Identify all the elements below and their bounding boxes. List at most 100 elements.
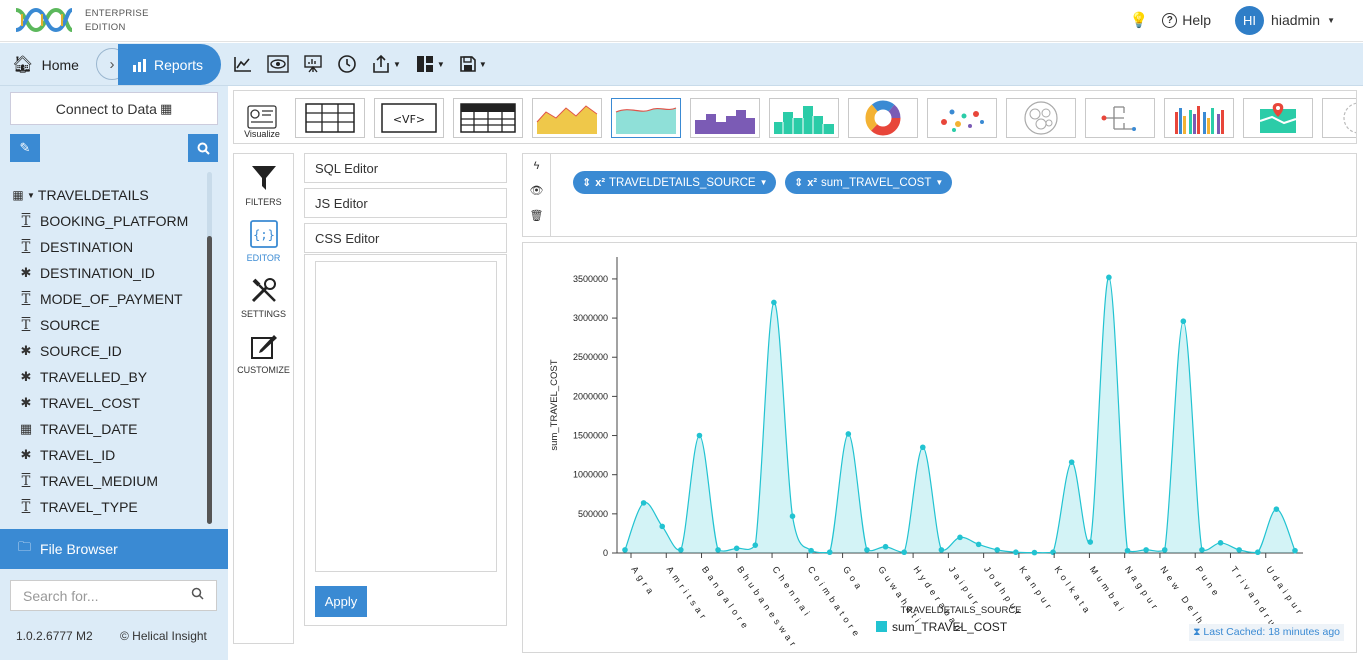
stream-area-icon [615, 107, 677, 134]
x-tick-label: Nagpur [1123, 564, 1162, 614]
data-point [1217, 540, 1224, 546]
filter-icon [251, 166, 276, 190]
code-braces-icon: {;} [249, 220, 278, 248]
js-editor-tab[interactable]: JS Editor [304, 188, 507, 218]
field-item[interactable]: T MODE_OF_PAYMENT [10, 286, 188, 312]
field-item[interactable]: ▦ TRAVEL_DATE [10, 416, 188, 442]
question-icon: ? [1162, 12, 1178, 28]
viz-histogram-button[interactable] [769, 98, 839, 138]
search-input[interactable]: Search for... [10, 580, 217, 611]
data-point [1031, 549, 1038, 556]
legend-label: sum_TRAVEL_COST [892, 620, 1008, 634]
search-placeholder: Search for... [23, 587, 99, 604]
map-icon [1259, 103, 1297, 133]
preview-button[interactable] [267, 52, 289, 76]
history-button[interactable] [337, 52, 357, 76]
field-item[interactable]: T SOURCE [10, 312, 188, 338]
data-point [1292, 547, 1298, 554]
help-link[interactable]: ? Help [1162, 12, 1211, 28]
editor-panel: SQL Editor JS Editor CSS Editor Apply [304, 153, 507, 626]
visualize-label: Visualize [244, 129, 280, 139]
viz-stream-area-button[interactable] [611, 98, 681, 138]
viz-table-button[interactable] [295, 98, 365, 138]
css-editor-tab[interactable]: CSS Editor [304, 223, 507, 253]
breadcrumb-home[interactable]: 🏠︎ Home [0, 43, 110, 86]
viz-radial-button[interactable] [1322, 98, 1356, 138]
helical-logo[interactable] [14, 6, 74, 39]
grid-table-icon [460, 103, 516, 133]
area-fill [625, 277, 1295, 553]
table-icon: ▦ [12, 188, 24, 202]
field-item[interactable]: T TRAVEL_MEDIUM [10, 468, 188, 494]
field-item[interactable]: T BOOKING_PLATFORM [10, 208, 189, 234]
data-point [1143, 547, 1149, 553]
breadcrumb-reports[interactable]: Reports [118, 44, 221, 85]
visualize-toggle[interactable]: Visualize [234, 91, 290, 143]
field-shelf: ϟ 👁 🗑 ⇕ x² TRAVELDETAILS_SOURCE ▼ ⇕ x² s… [522, 153, 1357, 237]
text-type-icon: T [21, 499, 31, 515]
area-chart[interactable]: 0 500000 1000000 1500000 2000000 2500000 30000… [523, 243, 1356, 652]
field-item[interactable]: ✱ TRAVEL_COST [10, 390, 188, 416]
x-tick-label: Kanpur [1017, 564, 1056, 613]
reports-label: Reports [154, 56, 204, 73]
edition-label: ENTERPRISE EDITION [85, 7, 149, 35]
presentation-button[interactable] [303, 52, 323, 76]
x-tick-label: Goa [841, 564, 866, 594]
css-editor-label: CSS Editor [315, 230, 380, 246]
settings-tool[interactable]: SETTINGS [234, 266, 293, 322]
field-item[interactable]: ✱ DESTINATION_ID [10, 260, 188, 286]
viz-step-area-button[interactable] [690, 98, 760, 138]
editor-tool[interactable]: {;} EDITOR [234, 210, 293, 266]
viz-area-chart-button[interactable] [532, 98, 602, 138]
field-item[interactable]: ✱ SOURCE_ID [10, 338, 188, 364]
viz-bubble-pack-button[interactable] [1006, 98, 1076, 138]
css-editor-textarea[interactable] [315, 261, 497, 572]
connect-to-data-button[interactable]: Connect to Data ▦ [10, 92, 218, 125]
field-item[interactable]: ✱ TRAVEL_ID [10, 442, 188, 468]
viz-scatter-button[interactable] [927, 98, 997, 138]
sidebar-scrollbar-thumb[interactable] [207, 236, 212, 524]
layout-button[interactable]: ▼ [415, 52, 445, 76]
viz-custom-vf-button[interactable]: <VF> [374, 98, 444, 138]
eye-slash-icon[interactable]: 👁 [530, 184, 544, 197]
edit-button[interactable]: ✎ [10, 134, 40, 162]
viz-grid-button[interactable] [453, 98, 523, 138]
lightbulb-icon[interactable]: 💡 [1130, 11, 1149, 29]
data-point [622, 547, 628, 553]
viz-grouped-bar-button[interactable] [1164, 98, 1234, 138]
data-point [659, 523, 666, 530]
sort-icon: ⇕ [794, 177, 804, 189]
measure-pill[interactable]: ⇕ x² sum_TRAVEL_COST ▼ [785, 171, 953, 194]
y-tick-label: 1000000 [573, 470, 608, 480]
data-point [1236, 547, 1242, 553]
visualize-icon [247, 105, 277, 129]
number-type-icon: ✱ [20, 447, 32, 462]
save-button[interactable]: ▼ [459, 52, 487, 76]
data-point [808, 547, 814, 554]
filters-tool[interactable]: FILTERS [234, 154, 293, 210]
sql-editor-tab[interactable]: SQL Editor [304, 153, 507, 183]
data-point [1050, 549, 1056, 556]
customize-icon [250, 335, 277, 359]
settings-label: SETTINGS [240, 309, 286, 319]
search-button[interactable] [188, 134, 218, 162]
viz-map-button[interactable] [1243, 98, 1313, 138]
line-chart-button[interactable] [233, 52, 253, 76]
data-point [994, 547, 1001, 553]
viz-tree-button[interactable] [1085, 98, 1155, 138]
field-item[interactable]: T DESTINATION [10, 234, 188, 260]
apply-button[interactable]: Apply [315, 586, 367, 617]
export-button[interactable]: ▼ [371, 52, 401, 76]
field-item[interactable]: T TRAVEL_TYPE [10, 494, 188, 520]
field-item[interactable]: ✱ TRAVELLED_BY [10, 364, 188, 390]
viz-donut-button[interactable] [848, 98, 918, 138]
user-menu[interactable]: HI hiadmin ▼ [1235, 5, 1335, 35]
js-editor-label: JS Editor [315, 195, 368, 211]
lightning-icon[interactable]: ϟ [534, 160, 540, 172]
file-browser-button[interactable]: 🗀 File Browser [0, 529, 228, 569]
dimension-pill[interactable]: ⇕ x² TRAVELDETAILS_SOURCE ▼ [573, 171, 777, 194]
trash-icon[interactable]: 🗑 [530, 209, 544, 222]
table-node[interactable]: ▦ ▼ TRAVELDETAILS [10, 182, 188, 208]
tool-column: FILTERS {;} EDITOR SETTINGS CUSTOMIZE [233, 153, 294, 644]
customize-tool[interactable]: CUSTOMIZE [234, 322, 293, 378]
